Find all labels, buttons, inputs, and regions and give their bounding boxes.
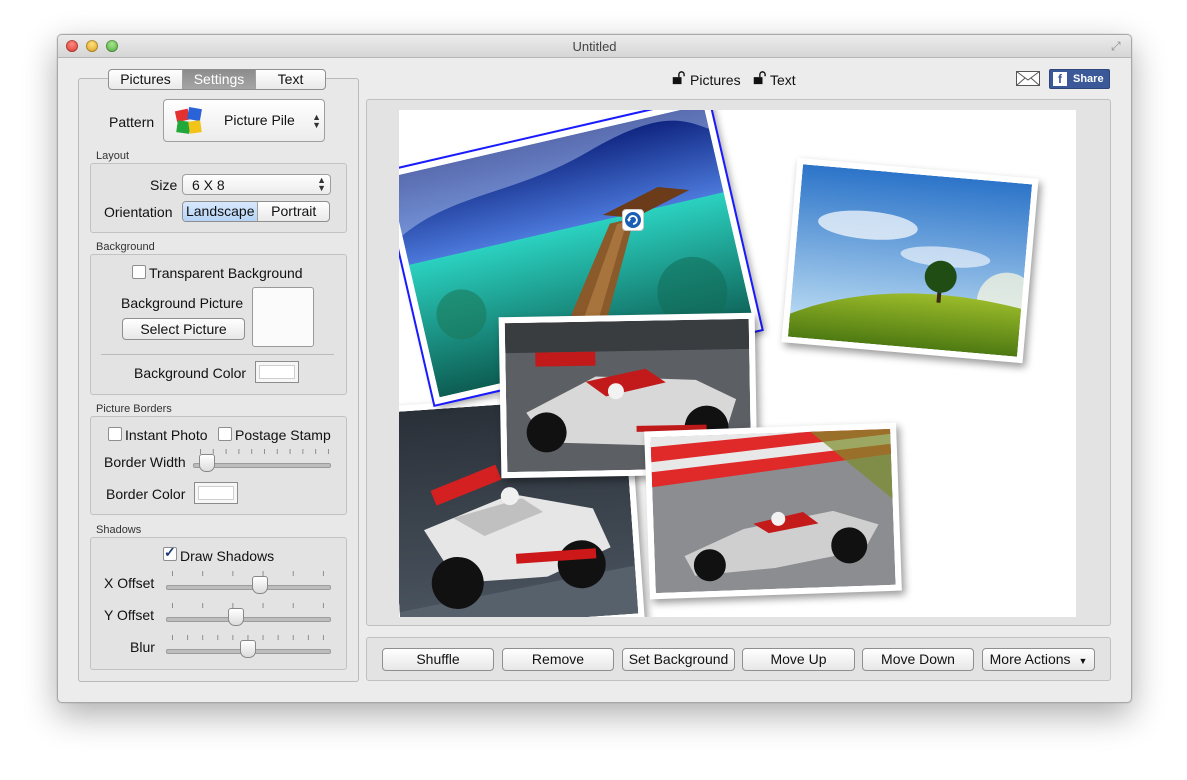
f1-motion-image (650, 428, 896, 594)
orientation-control: Landscape Portrait (182, 201, 330, 222)
blur-label: Blur (130, 639, 155, 655)
facebook-icon: f (1053, 72, 1067, 86)
x-offset-slider[interactable] (166, 585, 331, 590)
popup-arrows-icon: ▲ ▼ (312, 112, 321, 130)
more-actions-label: More Actions (989, 651, 1071, 667)
picture-pile-icon (174, 107, 202, 134)
y-offset-slider[interactable] (166, 617, 331, 622)
y-offset-ticks (172, 603, 324, 608)
size-label: Size (150, 177, 178, 193)
border-width-knob[interactable] (199, 454, 216, 472)
collage-canvas[interactable] (399, 110, 1076, 617)
sidebar-tabs: Pictures Settings Text (108, 69, 326, 90)
tree-image (787, 164, 1033, 357)
more-actions-button[interactable]: More Actions ▼ (982, 648, 1095, 671)
popup-arrows-icon: ▲ ▼ (317, 175, 326, 193)
facebook-share-button[interactable]: f Share (1049, 69, 1110, 89)
background-color-label: Background Color (134, 365, 247, 381)
background-color-well[interactable] (255, 361, 299, 383)
pattern-popup[interactable]: Picture Pile ▲ ▼ (163, 99, 325, 142)
border-width-ticks (200, 449, 329, 454)
border-width-label: Border Width (104, 454, 186, 470)
y-offset-label: Y Offset (104, 607, 155, 623)
layout-group-title: Layout (96, 150, 130, 162)
blur-knob[interactable] (240, 640, 256, 658)
move-up-button[interactable]: Move Up (742, 648, 855, 671)
instant-photo-checkbox[interactable] (108, 427, 122, 441)
pattern-value: Picture Pile (224, 112, 295, 128)
orientation-label: Orientation (104, 204, 173, 220)
tab-text[interactable]: Text (256, 70, 325, 89)
border-color-well[interactable] (194, 482, 238, 504)
instant-photo-label: Instant Photo (125, 427, 208, 443)
borders-group-title: Picture Borders (96, 403, 172, 415)
size-value: 6 X 8 (192, 177, 225, 193)
background-picture-well[interactable] (252, 287, 314, 347)
fullscreen-icon[interactable]: ⤢ (1111, 39, 1125, 53)
background-divider (101, 354, 334, 355)
select-picture-button[interactable]: Select Picture (122, 318, 245, 340)
background-group-title: Background (96, 241, 155, 253)
move-down-button[interactable]: Move Down (862, 648, 974, 671)
text-lock-icon[interactable] (752, 71, 766, 85)
postage-stamp-checkbox[interactable] (218, 427, 232, 441)
transparent-background-label: Transparent Background (149, 265, 303, 281)
x-offset-ticks (172, 571, 324, 576)
pictures-lock-label[interactable]: Pictures (690, 72, 741, 88)
tab-settings[interactable]: Settings (183, 70, 256, 89)
draw-shadows-label: Draw Shadows (180, 548, 275, 564)
draw-shadows-checkbox[interactable] (163, 544, 177, 561)
rotate-handle[interactable] (622, 209, 644, 231)
y-offset-knob[interactable] (228, 608, 244, 626)
rotate-icon (625, 212, 641, 228)
pictures-lock-icon[interactable] (671, 71, 685, 85)
photo-tree-landscape[interactable] (781, 157, 1039, 364)
title-bar: Untitled ⤢ (58, 35, 1131, 58)
orientation-portrait[interactable]: Portrait (258, 202, 329, 221)
border-color-label: Border Color (106, 486, 186, 502)
dropdown-arrow-icon: ▼ (1078, 656, 1088, 666)
window-title: Untitled (572, 39, 617, 54)
photo-f1-motion[interactable] (644, 422, 902, 600)
text-lock-label[interactable]: Text (770, 72, 796, 88)
orientation-landscape[interactable]: Landscape (183, 202, 259, 221)
tab-pictures[interactable]: Pictures (109, 70, 183, 89)
share-label: Share (1073, 73, 1104, 85)
shuffle-button[interactable]: Shuffle (382, 648, 494, 671)
x-offset-label: X Offset (104, 575, 155, 591)
size-popup[interactable]: 6 X 8 ▲ ▼ (182, 174, 331, 195)
remove-button[interactable]: Remove (502, 648, 614, 671)
x-offset-knob[interactable] (252, 576, 268, 594)
mail-icon[interactable] (1016, 71, 1040, 86)
background-picture-label: Background Picture (121, 295, 244, 311)
set-background-button[interactable]: Set Background (622, 648, 735, 671)
shadows-group-title: Shadows (96, 524, 142, 536)
pattern-label: Pattern (109, 114, 155, 130)
postage-stamp-label: Postage Stamp (235, 427, 331, 443)
transparent-background-checkbox[interactable] (132, 265, 146, 279)
